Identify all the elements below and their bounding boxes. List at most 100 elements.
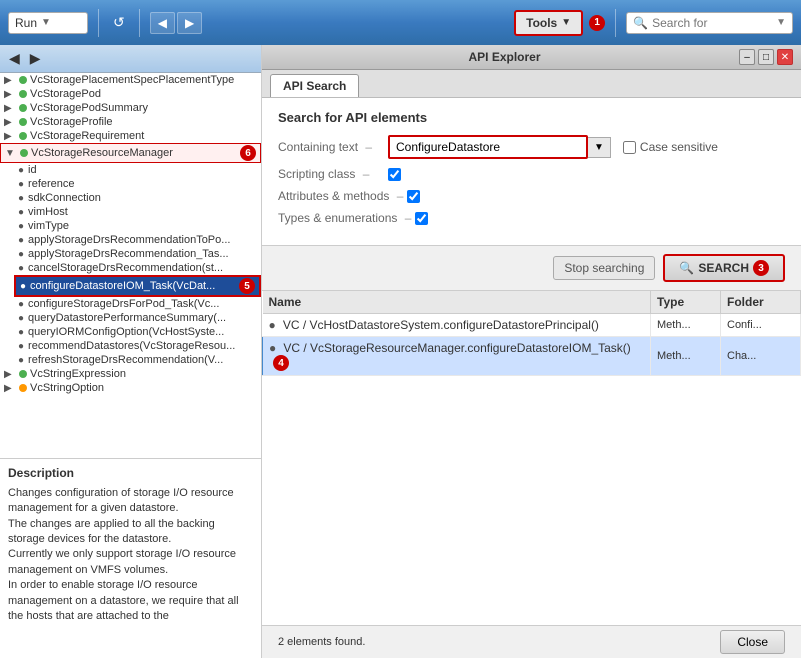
scripting-class-checkbox[interactable] [388, 168, 401, 181]
child-queryDatastorePerformanceSummary[interactable]: ● queryDatastorePerformanceSummary(... [14, 311, 261, 325]
row-type: Meth... [651, 337, 721, 376]
child-applyStorageDrsRecommendation_Tas[interactable]: ● applyStorageDrsRecommendation_Tas... [14, 247, 261, 261]
child-refreshStorageDrs[interactable]: ● refreshStorageDrsRecommendation(V... [14, 353, 261, 367]
search-label: SEARCH [698, 261, 749, 275]
containing-text-dropdown[interactable]: ▼ [588, 137, 611, 158]
forward-button[interactable]: ▶ [177, 12, 202, 34]
child-label: sdkConnection [28, 192, 101, 204]
description-panel: Description Changes configuration of sto… [0, 458, 261, 658]
search-badge: 3 [753, 260, 769, 276]
child-id[interactable]: ● id [14, 163, 261, 177]
child-label: applyStorageDrsRecommendationToPo... [28, 234, 230, 246]
results-table: Name Type Folder ● VC / VcHostDatastoreS… [262, 291, 801, 376]
tools-button[interactable]: Tools ▼ [514, 10, 583, 36]
tree-item-VcStringExpression[interactable]: ▶ VcStringExpression [0, 367, 261, 381]
attributes-checkbox[interactable] [407, 190, 420, 203]
tree-item-VcStorageRequirement[interactable]: ▶ VcStorageRequirement [0, 129, 261, 143]
right-panel: API Explorer – □ ✕ API Search Search for… [262, 45, 801, 658]
child-configureDatastoreIOM_Task[interactable]: ● configureDatastoreIOM_Task(VcDat... 5 [14, 275, 261, 297]
child-queryIORMConfigOption[interactable]: ● queryIORMConfigOption(VcHostSyste... [14, 325, 261, 339]
tree-item-VcStringOption[interactable]: ▶ VcStringOption [0, 381, 261, 395]
tree-label: VcStringExpression [30, 368, 126, 380]
back-button[interactable]: ◀ [150, 12, 175, 34]
explorer-title: API Explorer [270, 50, 739, 64]
tree-item-VcStoragePlacementSpecPlacementType[interactable]: ▶ VcStoragePlacementSpecPlacementType [0, 73, 261, 87]
child-reference[interactable]: ● reference [14, 177, 261, 191]
global-search-icon: 🔍 [633, 16, 648, 30]
child-recommendDatastores[interactable]: ● recommendDatastores(VcStorageResou... [14, 339, 261, 353]
run-label: Run [15, 16, 37, 30]
child-vimHost[interactable]: ● vimHost [14, 205, 261, 219]
tree-dot-icon [20, 149, 28, 157]
results-area: Name Type Folder ● VC / VcHostDatastoreS… [262, 291, 801, 625]
description-text: Changes configuration of storage I/O res… [8, 486, 253, 625]
bullet-icon: ● [18, 235, 24, 246]
tree-label: VcStorageResourceManager [31, 147, 173, 159]
nav-buttons: ◀ ▶ [150, 12, 202, 34]
left-tree: ▶ VcStoragePlacementSpecPlacementType ▶ … [0, 73, 261, 458]
child-label: configureStorageDrsForPod_Task(Vc... [28, 298, 219, 310]
close-window-button[interactable]: ✕ [777, 49, 793, 65]
close-button[interactable]: Close [720, 630, 785, 654]
child-configureStorageDrsForPod[interactable]: ● configureStorageDrsForPod_Task(Vc... [14, 297, 261, 311]
search-button[interactable]: 🔍 SEARCH 3 [663, 254, 785, 282]
table-row[interactable]: ● VC / VcHostDatastoreSystem.configureDa… [263, 314, 801, 337]
child-sdkConnection[interactable]: ● sdkConnection [14, 191, 261, 205]
refresh-icon[interactable]: ↺ [109, 10, 129, 35]
tree-item-VcStorageResourceManager[interactable]: ▼ VcStorageResourceManager 6 [0, 143, 261, 163]
row-name: ● VC / VcStorageResourceManager.configur… [263, 337, 651, 376]
child-label: refreshStorageDrsRecommendation(V... [28, 354, 223, 366]
tools-arrow: ▼ [561, 17, 571, 28]
search-dropdown-arrow[interactable]: ▼ [776, 17, 786, 28]
left-nav-forward[interactable]: ▶ [27, 49, 44, 68]
explorer-titlebar: API Explorer – □ ✕ [262, 45, 801, 70]
child-label: vimHost [28, 206, 68, 218]
tree-label: VcStoragePod [30, 88, 101, 100]
bullet-icon: ● [18, 221, 24, 232]
minimize-button[interactable]: – [739, 49, 755, 65]
row-folder: Cha... [721, 337, 801, 376]
tree-label: VcStoragePlacementSpecPlacementType [30, 74, 234, 86]
bullet-icon: ● [18, 263, 24, 274]
tree-label: VcStorageRequirement [30, 130, 144, 142]
tree-item-VcStorageProfile[interactable]: ▶ VcStorageProfile [0, 115, 261, 129]
description-title: Description [8, 465, 253, 482]
tab-bar: API Search [262, 70, 801, 98]
tree-item-VcStoragePodSummary[interactable]: ▶ VcStoragePodSummary [0, 101, 261, 115]
child-cancelStorageDrsRecommendation[interactable]: ● cancelStorageDrsRecommendation(st... [14, 261, 261, 275]
types-checkbox[interactable] [415, 212, 428, 225]
case-sensitive-checkbox[interactable] [623, 141, 636, 154]
containing-text-input[interactable] [388, 135, 588, 159]
table-row[interactable]: ● VC / VcStorageResourceManager.configur… [263, 337, 801, 376]
tree-expand-icon: ▶ [4, 383, 16, 394]
left-nav-back[interactable]: ◀ [6, 49, 23, 68]
tree-expand-icon: ▶ [4, 369, 16, 380]
child-vimType[interactable]: ● vimType [14, 219, 261, 233]
bullet-icon: ● [18, 355, 24, 366]
containing-text-label: Containing text – [278, 140, 388, 154]
child-label: queryIORMConfigOption(VcHostSyste... [28, 326, 224, 338]
global-search-input[interactable] [652, 16, 772, 30]
child-applyStorageDrsRecommendationToPo[interactable]: ● applyStorageDrsRecommendationToPo... [14, 233, 261, 247]
global-search-bar[interactable]: 🔍 ▼ [626, 12, 793, 34]
bullet-icon: ● [18, 207, 24, 218]
run-dropdown[interactable]: Run ▼ [8, 12, 88, 34]
stop-searching-button[interactable]: Stop searching [553, 256, 655, 280]
case-sensitive-check: Case sensitive [623, 140, 718, 154]
tree-item-VcStoragePod[interactable]: ▶ VcStoragePod [0, 87, 261, 101]
child-label: reference [28, 178, 74, 190]
tree-dot-icon [19, 90, 27, 98]
maximize-button[interactable]: □ [758, 49, 774, 65]
status-bar: 2 elements found. Close [262, 625, 801, 658]
tree-expand-icon: ▶ [4, 75, 16, 86]
tree-label: VcStorageProfile [30, 116, 113, 128]
containing-text-row: Containing text – ▼ Case sensitive [278, 135, 785, 159]
tree-expand-icon: ▼ [5, 148, 17, 159]
tab-api-search[interactable]: API Search [270, 74, 359, 97]
row-type: Meth... [651, 314, 721, 337]
bullet-icon: ● [18, 179, 24, 190]
attributes-row: Attributes & methods – [278, 189, 785, 203]
row-name: ● VC / VcHostDatastoreSystem.configureDa… [263, 314, 651, 337]
results-tbody: ● VC / VcHostDatastoreSystem.configureDa… [263, 314, 801, 376]
badge-6: 6 [240, 145, 256, 161]
